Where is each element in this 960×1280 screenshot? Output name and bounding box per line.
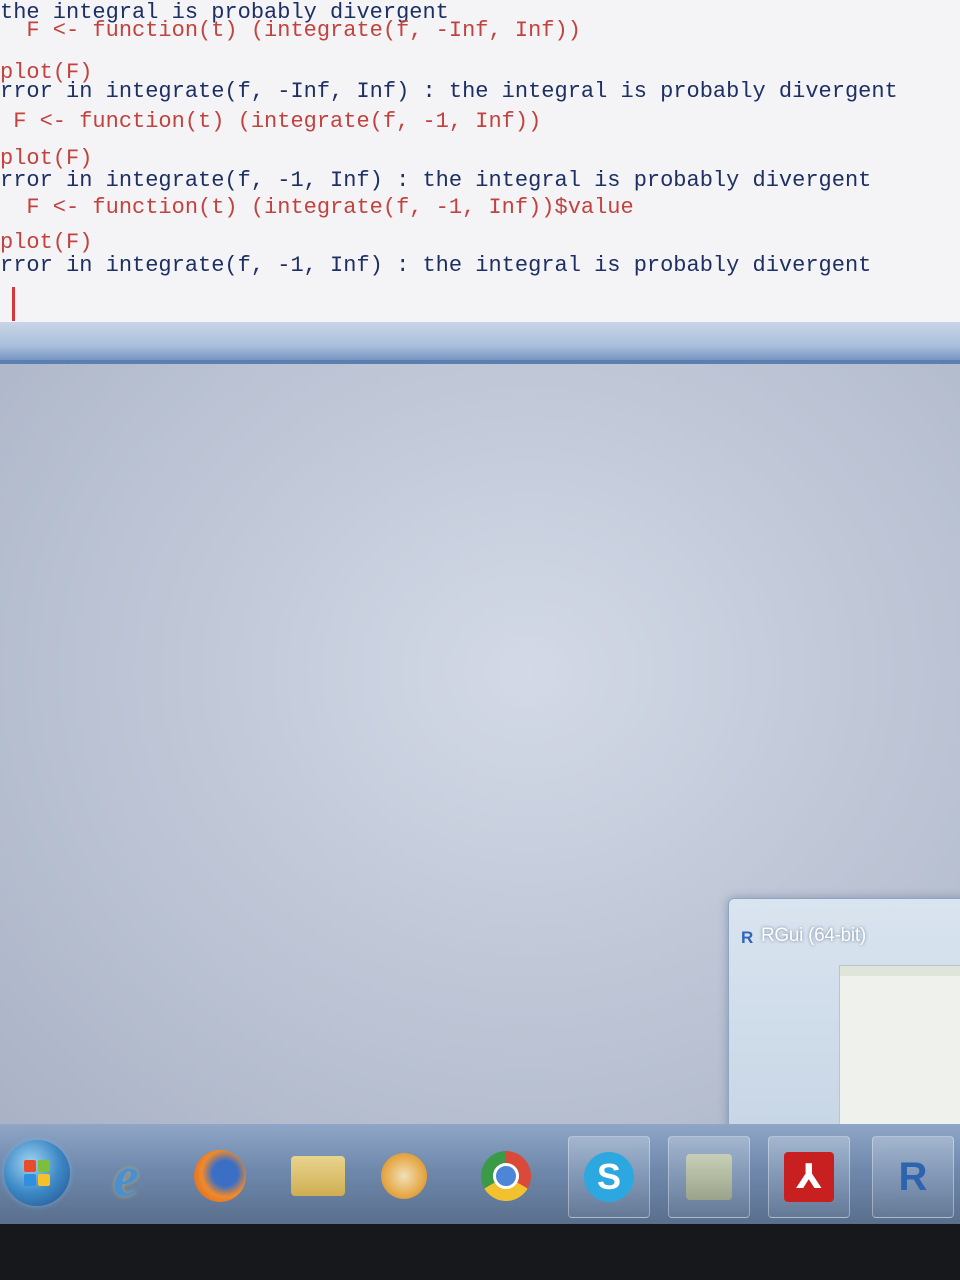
app-icon [686, 1154, 732, 1200]
console-window-edge [0, 322, 960, 362]
folder-icon [291, 1156, 345, 1196]
r-console[interactable]: the integral is probably divergent F <- … [0, 0, 960, 322]
taskbar-internet-explorer[interactable]: e [86, 1136, 166, 1216]
chrome-icon [481, 1151, 531, 1201]
screen: the integral is probably divergent F <- … [0, 0, 960, 1280]
taskbar: e S ⅄ R [0, 1124, 960, 1224]
r-icon: R [898, 1154, 928, 1199]
taskbar-chrome[interactable] [466, 1136, 546, 1216]
taskbar-rgui[interactable]: R [872, 1136, 954, 1218]
console-line: F <- function(t) (integrate(f, -Inf, Inf… [0, 18, 581, 43]
r-icon: R [741, 928, 754, 947]
console-line: F <- function(t) (integrate(f, -1, Inf))… [0, 195, 634, 220]
preview-thumbnail[interactable] [839, 965, 960, 1139]
console-line: rror in integrate(f, -1, Inf) : the inte… [0, 253, 872, 278]
taskbar-app[interactable] [668, 1136, 750, 1218]
internet-explorer-icon: e [113, 1143, 139, 1209]
firefox-icon [194, 1150, 246, 1202]
console-line: rror in integrate(f, -1, Inf) : the inte… [0, 168, 872, 193]
media-player-icon [381, 1153, 427, 1199]
preview-thumbnail-titlebar [840, 966, 960, 976]
taskbar-skype[interactable]: S [568, 1136, 650, 1218]
console-line: F <- function(t) (integrate(f, -1, Inf)) [0, 109, 542, 134]
start-button[interactable] [4, 1140, 70, 1206]
taskbar-media-player[interactable] [364, 1136, 444, 1216]
monitor-bezel [0, 1224, 960, 1280]
taskbar-firefox[interactable] [180, 1136, 260, 1216]
windows-flag-icon [24, 1160, 50, 1186]
taskbar-acrobat[interactable]: ⅄ [768, 1136, 850, 1218]
acrobat-icon: ⅄ [784, 1152, 834, 1202]
console-line: rror in integrate(f, -Inf, Inf) : the in… [0, 79, 898, 104]
taskbar-file-explorer[interactable] [278, 1136, 358, 1216]
preview-title: RGui (64-bit) [761, 925, 866, 946]
text-cursor [12, 287, 15, 321]
skype-icon: S [584, 1152, 634, 1202]
